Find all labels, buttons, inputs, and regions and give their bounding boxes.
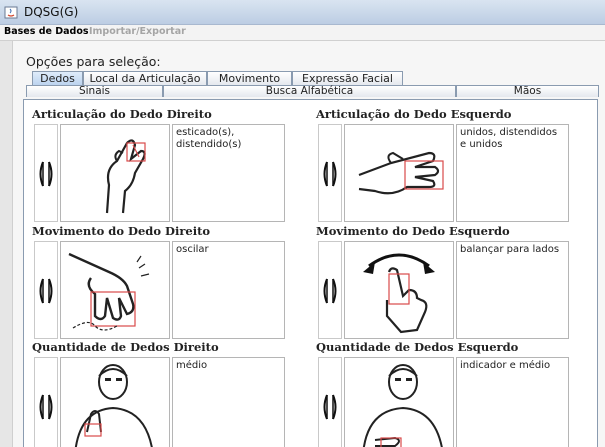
section-title-right-articulation: Articulação do Dedo Direito [32, 107, 212, 121]
section-title-right-movement: Movimento do Dedo Direito [32, 224, 211, 238]
hand-sign-icon [105, 139, 146, 214]
menu-importar-exportar[interactable]: Importar/Exportar [89, 26, 186, 37]
arrows-icon [39, 278, 53, 304]
arrows-icon [39, 161, 53, 187]
right-finger-movement-image [60, 241, 170, 339]
tab-sinais[interactable]: Sinais [26, 85, 163, 97]
tab-busca-alfabetica[interactable]: Busca Alfabética [163, 85, 456, 97]
prev-next-arrows[interactable] [34, 124, 58, 222]
right-finger-articulation-value: esticado(s), distendido(s) [172, 124, 285, 222]
tab-maos[interactable]: Mãos [456, 85, 599, 97]
app-window: DQSG(G) Bases de Dados Importar/Exportar… [0, 0, 605, 447]
arrows-icon [39, 394, 53, 420]
title-bar[interactable]: DQSG(G) [0, 0, 605, 25]
section-title-left-count: Quantidade de Dedos Esquerdo [316, 340, 519, 354]
java-app-icon [4, 6, 18, 19]
left-border [0, 41, 13, 447]
prev-next-arrows[interactable] [318, 124, 342, 222]
main-content: Opções para seleção: Dedos Local da Arti… [13, 41, 605, 447]
person-sign-icon [362, 364, 443, 447]
left-finger-movement-value: balançar para lados [456, 241, 569, 339]
section-title-left-articulation: Articulação do Dedo Esquerdo [316, 107, 512, 121]
tab-local-da-articulacao[interactable]: Local da Articulação [83, 71, 207, 85]
tab-expressao-facial[interactable]: Expressão Facial [292, 71, 403, 85]
right-finger-articulation-image [60, 124, 170, 222]
tab-movimento[interactable]: Movimento [207, 71, 292, 85]
menu-bases-de-dados[interactable]: Bases de Dados [4, 26, 89, 37]
left-finger-movement-image [344, 241, 454, 339]
section-title-left-movement: Movimento do Dedo Esquerdo [316, 224, 510, 238]
right-finger-count-image [60, 357, 170, 447]
right-finger-movement-value: oscilar [172, 241, 285, 339]
options-label: Opções para seleção: [26, 54, 161, 69]
left-finger-articulation-value: unidos, distendidos e unidos [456, 124, 569, 222]
prev-next-arrows[interactable] [318, 357, 342, 447]
left-finger-count-value: indicador e médio [456, 357, 569, 447]
left-finger-count-image [344, 357, 454, 447]
prev-next-arrows[interactable] [318, 241, 342, 339]
dedos-panel: Articulação do Dedo Direito esticado(s),… [23, 99, 598, 447]
prev-next-arrows[interactable] [34, 357, 58, 447]
arrows-icon [323, 394, 337, 420]
left-finger-articulation-image [344, 124, 454, 222]
hand-sign-icon [358, 151, 444, 195]
right-finger-count-value: médio [172, 357, 285, 447]
hand-sign-icon [363, 253, 435, 334]
hand-sign-icon [68, 252, 150, 331]
section-title-right-count: Quantidade de Dedos Direito [32, 340, 219, 354]
arrows-icon [323, 278, 337, 304]
person-sign-icon [74, 364, 153, 447]
tab-dedos[interactable]: Dedos [32, 71, 83, 85]
prev-next-arrows[interactable] [34, 241, 58, 339]
arrows-icon [323, 161, 337, 187]
window-title: DQSG(G) [24, 5, 79, 19]
menu-bar: Bases de Dados Importar/Exportar [0, 25, 605, 41]
